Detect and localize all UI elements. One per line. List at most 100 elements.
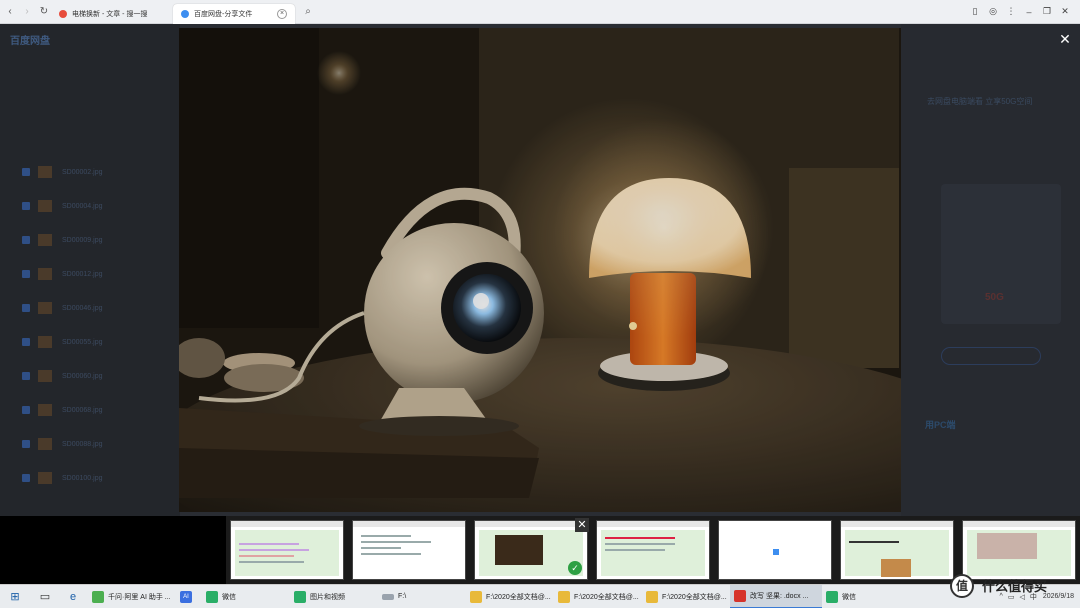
taskbar-app-drive[interactable]: F:\: [378, 585, 466, 608]
file-row: SD00088.jpg: [22, 438, 102, 450]
image-file-icon: [38, 234, 52, 246]
checkbox-icon: [22, 304, 30, 312]
checkbox-icon: [22, 372, 30, 380]
browser-chrome: ‹ › ↻ 电梯换新 - 文章 - 搜一搜 百度网盘-分享文件 × ⌕ ▯ ◎ …: [0, 0, 1080, 24]
minimize-icon[interactable]: –: [1020, 7, 1038, 17]
taskbar-app-folder[interactable]: F:\2020全部文档@...: [466, 585, 554, 608]
image-file-icon: [38, 472, 52, 484]
wechat-icon: [826, 590, 838, 603]
switcher-blank: [0, 516, 226, 584]
checkbox-icon: [22, 270, 30, 278]
window-thumbnail[interactable]: [352, 520, 466, 580]
promo-illustration: 50G: [941, 184, 1061, 324]
photo-viewer: [179, 28, 901, 512]
window-thumbnail[interactable]: [230, 520, 344, 580]
forward-icon[interactable]: ›: [20, 5, 34, 19]
task-switcher: ✕: [0, 516, 1080, 584]
windows-start-icon[interactable]: ⊞: [4, 585, 26, 608]
image-file-icon: [38, 302, 52, 314]
taskbar-app-label: 千问·阿里 AI 助手 ...: [108, 593, 170, 601]
refresh-icon[interactable]: ↻: [37, 5, 51, 19]
task-view-icon[interactable]: ▭: [34, 585, 56, 608]
file-name: SD00002.jpg: [62, 168, 103, 176]
window-thumbnail[interactable]: [596, 520, 710, 580]
file-list-panel: 百度网盘 SD00002.jpg SD00004.jpg SD00009.jpg…: [0, 24, 180, 516]
search-icon[interactable]: ⌕: [301, 5, 315, 19]
folder-icon: [470, 590, 482, 603]
file-row: SD00068.jpg: [22, 404, 102, 416]
file-row: SD00004.jpg: [22, 200, 102, 212]
file-row: SD00002.jpg: [22, 166, 102, 178]
file-name: SD00068.jpg: [62, 406, 103, 414]
edge-browser-icon[interactable]: e: [62, 585, 84, 608]
taskbar-app-wechat-2[interactable]: 微信: [822, 585, 910, 608]
checkbox-icon: [22, 168, 30, 176]
thumbnail-photo: [495, 535, 543, 565]
selected-check-icon: ✓: [568, 561, 582, 575]
watermark-text: 什么值得买: [982, 579, 1048, 594]
taskbar-app-label: F:\: [398, 593, 407, 600]
taskbar-app-ai[interactable]: AI: [176, 585, 200, 608]
close-icon[interactable]: ✕: [1058, 32, 1072, 46]
tab-article[interactable]: 电梯换新 - 文章 - 搜一搜: [51, 4, 173, 24]
taskbar-app-label: 微信: [842, 593, 856, 601]
file-name: SD00060.jpg: [62, 372, 103, 380]
tab-favicon-icon: [59, 9, 67, 18]
close-window-icon[interactable]: ✕: [1056, 6, 1074, 17]
tab-close-icon[interactable]: ×: [277, 8, 287, 19]
sidebar-icon[interactable]: ▯: [966, 6, 984, 17]
back-icon[interactable]: ‹: [3, 5, 17, 19]
image-file-icon: [38, 438, 52, 450]
file-row: SD00100.jpg: [22, 472, 102, 484]
photos-icon: [294, 590, 306, 603]
folder-icon: [558, 590, 570, 603]
image-file-icon: [38, 370, 52, 382]
tab-title: 电梯换新 - 文章 - 搜一搜: [72, 10, 148, 18]
window-thumbnail[interactable]: [962, 520, 1076, 580]
clock-date: 2026/9/18: [1042, 593, 1074, 600]
download-button[interactable]: [941, 347, 1041, 365]
taskbar-app-wechat[interactable]: 微信: [202, 585, 290, 608]
file-name: SD00004.jpg: [62, 202, 103, 210]
file-name: SD00055.jpg: [62, 338, 103, 346]
drive-icon: [382, 593, 394, 600]
image-file-icon: [38, 336, 52, 348]
globe-icon[interactable]: ◎: [984, 6, 1002, 17]
taskbar-app-folder[interactable]: F:\2020全部文档@...: [554, 585, 642, 608]
taskbar: ⊞ ▭ e 千问·阿里 AI 助手 ... AI 微信 图片和视频 F:\ F:…: [0, 584, 1080, 608]
clock[interactable]: 2026/9/18: [1043, 592, 1074, 601]
tab-baidu-pan[interactable]: 百度网盘-分享文件 ×: [173, 3, 295, 24]
checkbox-icon: [22, 474, 30, 482]
restore-icon[interactable]: ❐: [1038, 6, 1056, 17]
taskbar-app-folder[interactable]: F:\2020全部文档@...: [642, 585, 730, 608]
image-file-icon: [38, 404, 52, 416]
wps-icon: [734, 589, 746, 602]
image-file-icon: [38, 200, 52, 212]
promo-size: 50G: [985, 292, 1004, 303]
taskbar-app-label: 改写 坚果: .docx ...: [750, 592, 809, 600]
checkbox-icon: [22, 202, 30, 210]
file-name: SD00009.jpg: [62, 236, 103, 244]
checkbox-icon: [22, 236, 30, 244]
menu-icon[interactable]: ⋮: [1002, 6, 1020, 17]
file-name: SD00012.jpg: [62, 270, 103, 278]
file-row: SD00046.jpg: [22, 302, 102, 314]
image-file-icon: [38, 166, 52, 178]
window-thumbnail[interactable]: [840, 520, 954, 580]
file-row: SD00060.jpg: [22, 370, 102, 382]
file-row: SD00009.jpg: [22, 234, 102, 246]
taskbar-app-label: F:\2020全部文档@...: [662, 593, 727, 601]
ai-icon: AI: [180, 590, 192, 603]
window-thumbnail[interactable]: [718, 520, 832, 580]
file-row: SD00055.jpg: [22, 336, 102, 348]
taskbar-app-label: F:\2020全部文档@...: [486, 593, 551, 601]
taskbar-app-wps[interactable]: 改写 坚果: .docx ...: [730, 584, 822, 608]
image-file-icon: [38, 268, 52, 280]
thumbnail-close-icon[interactable]: ✕: [575, 518, 589, 532]
tab-favicon-icon: [181, 9, 189, 18]
file-row: SD00012.jpg: [22, 268, 102, 280]
qianwen-icon: [92, 590, 104, 603]
taskbar-app-label: F:\2020全部文档@...: [574, 593, 639, 601]
taskbar-app-qianwen[interactable]: 千问·阿里 AI 助手 ...: [88, 585, 170, 608]
taskbar-app-photos[interactable]: 图片和视频: [290, 585, 378, 608]
